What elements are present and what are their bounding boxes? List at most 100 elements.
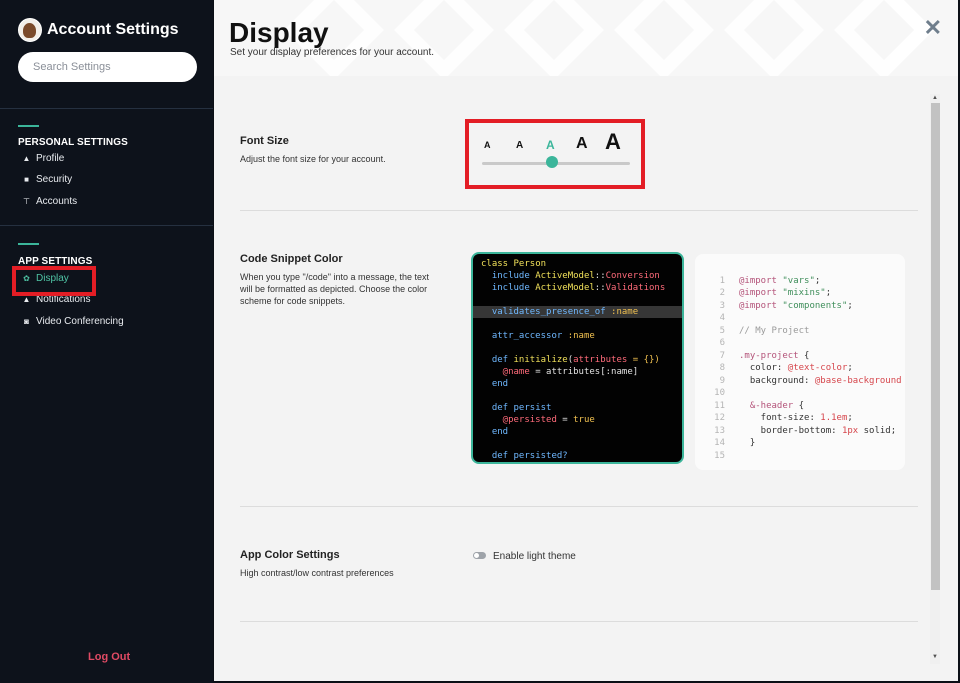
sidebar-item-display[interactable]: ✿ Display [22,273,69,284]
code-snippet-heading: Code Snippet Color [240,253,343,265]
personal-settings-title: PERSONAL SETTINGS [18,137,128,148]
code-token: @persisted [481,463,557,464]
section-divider [240,621,918,622]
code-token: Validations [605,283,666,293]
code-token: = {}) [627,355,660,365]
line-number: 9 [719,375,725,386]
sidebar-item-security[interactable]: ■ Security [22,174,72,185]
code-line: 9 background: @base-background [695,375,905,388]
code-line: def initialize(attributes = {}) [473,354,682,366]
code-line: validates_presence_of :name [473,306,682,318]
code-line: @name = attributes[:name] [473,366,682,378]
code-token: @import [739,300,783,311]
light-theme-label: Enable light theme [493,551,576,562]
code-line: 15 [695,450,905,463]
code-token: @base-background [814,375,902,386]
code-token: .my-project [739,350,805,361]
light-theme-toggle[interactable] [473,552,486,559]
page-title: Display [229,17,329,48]
code-token: // My Project [739,325,810,336]
code-line: attr_accessor :name [473,330,682,342]
font-size-option-xl[interactable]: A [605,129,621,155]
code-token: ActiveModel [535,283,595,293]
avatar[interactable] [18,18,42,42]
code-token: :name [611,307,639,317]
app-color-description: High contrast/low contrast preferences [240,568,394,578]
code-line: include ActiveModel::Validations [473,282,682,294]
line-number: 1 [719,275,725,286]
font-size-picker: A A A A A [470,124,635,184]
section-divider [240,210,918,211]
video-icon: ◙ [24,317,29,326]
sidebar-item-label: Security [36,174,73,185]
sidebar-item-notifications[interactable]: ▲ Notifications [22,294,91,305]
line-number: 4 [719,313,725,323]
code-token: &-header [739,400,799,411]
code-token: true [573,415,595,425]
code-token: def [481,403,514,413]
sidebar-title: Account Settings [47,21,179,38]
code-token: border-bottom: [739,425,842,436]
line-number [695,262,739,275]
code-line: def persist [473,402,682,414]
close-icon[interactable]: ✕ [924,17,942,39]
line-number: 7 [719,350,725,361]
code-token: persist [513,403,552,413]
logout-link[interactable]: Log Out [88,651,130,663]
code-line: 4 [695,312,905,325]
code-token: ; [825,288,832,298]
code-token: 1px [841,425,859,436]
line-number: 14 [714,438,725,448]
code-token: = attributes[:name] [529,367,639,377]
code-token: :: [594,283,606,293]
sidebar-item-label: Notifications [36,294,91,305]
code-token: class [481,259,514,269]
code-token: solid; [858,425,897,436]
scroll-up-arrow-icon[interactable]: ▲ [930,94,940,102]
font-size-option-lg[interactable]: A [576,135,588,153]
code-line: 6 [695,337,905,350]
code-line: 10 [695,387,905,400]
code-token: initialize [513,355,568,365]
code-token: ; [847,300,853,311]
scrollbar-thumb[interactable] [931,103,940,590]
code-line: 13 border-bottom: 1px solid; [695,425,905,438]
sidebar-item-label: Video Conferencing [36,316,124,327]
code-token: ; [814,275,821,286]
search-input[interactable] [18,52,197,82]
app-color-heading: App Color Settings [240,549,340,561]
sidebar-item-label: Accounts [36,196,78,207]
line-number: 8 [719,363,725,373]
scroll-down-arrow-icon[interactable]: ▼ [930,653,940,661]
font-size-slider-thumb[interactable] [546,156,558,168]
person-icon: ▲ [22,154,31,163]
code-line: 5 // My Project [695,325,905,338]
sidebar-item-profile[interactable]: ▲ Profile [22,153,65,164]
code-token: :name [567,331,595,341]
code-line: 7 .my-project { [695,350,905,363]
code-token: @name [481,367,530,377]
divider [0,108,213,109]
code-line: @persisted = true [473,414,682,426]
sidebar-item-label: Profile [36,153,65,164]
font-size-option-md[interactable]: A [546,138,555,152]
display-panel: Display Set your display preferences for… [214,0,960,681]
font-size-description: Adjust the font size for your account. [240,154,386,164]
sidebar-item-accounts[interactable]: ⊤ Accounts [22,196,77,207]
app-settings-title: APP SETTINGS [18,256,93,267]
code-token: @import [739,275,783,286]
code-token: = [556,415,574,425]
code-line: class Person [473,258,682,270]
code-token: validates_presence_of [481,307,612,317]
code-theme-light-option[interactable]: 1 @import "vars"; 2 @import "mixins"; 3 @impo… [695,254,905,470]
font-size-option-xs[interactable]: A [484,140,491,150]
code-token: ; [847,363,853,373]
code-theme-dark-option[interactable]: class Person include ActiveModel::Conver… [471,252,684,464]
sidebar-item-video-conferencing[interactable]: ◙ Video Conferencing [22,316,124,327]
font-size-option-sm[interactable]: A [516,140,523,151]
line-number: 15 [714,450,725,461]
code-line: 8 color: @text-color; [695,362,905,375]
line-number: 10 [714,388,725,398]
